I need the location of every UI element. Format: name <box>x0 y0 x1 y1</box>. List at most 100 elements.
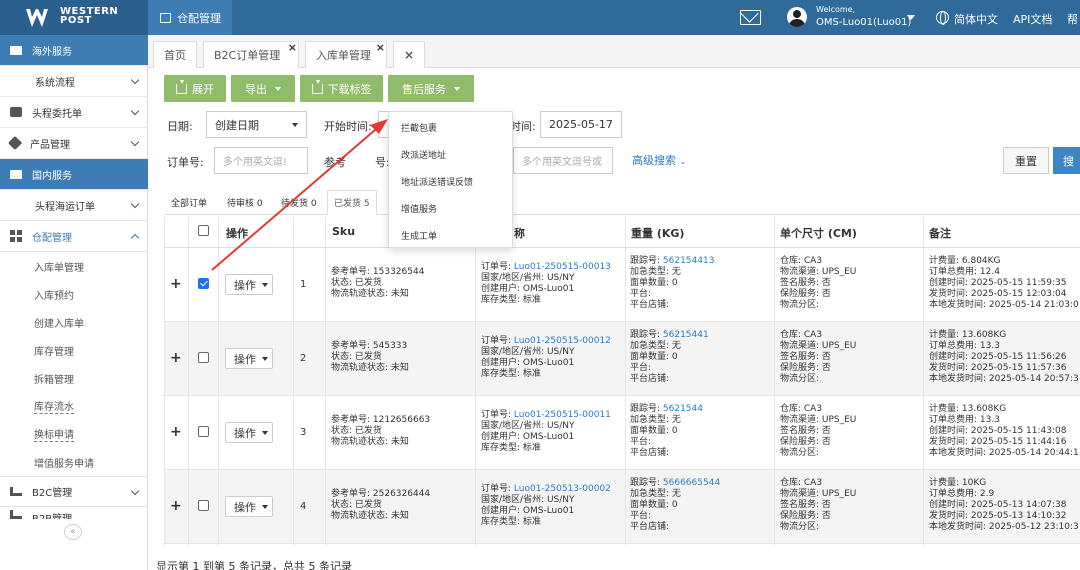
select-all-checkbox[interactable] <box>198 225 209 236</box>
sidebar-item-inventory[interactable]: 库存管理 <box>0 336 147 364</box>
expand-button[interactable]: 展开 <box>164 75 226 102</box>
export-button[interactable]: 导出 <box>231 75 295 102</box>
menu-item-intercept[interactable]: 拦截包裹 <box>389 114 512 140</box>
api-docs-link[interactable]: API文档 <box>1013 11 1052 27</box>
chevron-down-icon <box>130 106 140 116</box>
tracking-prefix: 跟踪号: <box>630 256 663 266</box>
tab-inbound[interactable]: 入库单管理 × <box>305 41 387 68</box>
order-link[interactable]: Luo01-250515-00012 <box>514 336 611 346</box>
sidebar-item-relabel[interactable]: 换标申请 <box>0 420 147 448</box>
cell-line: 发货时间: 2025-05-15 12:03:04 <box>929 289 1067 299</box>
tab-b2c-orders[interactable]: B2C订单管理 × <box>203 41 299 68</box>
close-icon[interactable]: × <box>404 48 414 62</box>
sidebar-item-b2b[interactable]: B2B管理 <box>0 507 148 519</box>
mail-icon[interactable] <box>740 10 761 25</box>
date-type-select[interactable]: 创建日期 <box>206 111 307 138</box>
cell-line: 创建时间: 2025-05-15 11:43:08 <box>929 426 1067 436</box>
sidebar-collapse-button[interactable]: « <box>64 524 82 540</box>
sidebar-item-b2c[interactable]: B2C管理 <box>0 476 148 507</box>
help-link[interactable]: 帮 <box>1067 11 1078 27</box>
sidebar-item-inbound-mgmt[interactable]: 入库单管理 <box>0 252 147 280</box>
tracking-link[interactable]: 562154413 <box>663 256 715 266</box>
row-op-button[interactable]: 操作 <box>225 348 273 369</box>
sidebar-item-create-inbound[interactable]: 创建入库单 <box>0 308 147 336</box>
username[interactable]: OMS-Luo01(Luo01) <box>816 17 911 28</box>
status-tab-pending-review[interactable]: 待审核 0 <box>221 190 269 215</box>
row-checkbox[interactable] <box>198 500 209 511</box>
sidebar-label: 创建入库单 <box>34 318 84 330</box>
sidebar-item-first-leg[interactable]: 头程委托单 <box>0 97 148 128</box>
order-link[interactable]: Luo01-250513-00002 <box>514 484 611 494</box>
cell-line: 状态: 已发货 <box>331 278 382 288</box>
status-tab-all[interactable]: 全部订单 <box>165 190 213 215</box>
tab-home[interactable]: 首页 <box>153 41 197 68</box>
menu-item-create-ticket[interactable]: 生成工单 <box>389 222 512 248</box>
module-icon <box>160 12 171 23</box>
cell-line: 订单总费用: 13.3 <box>929 341 1000 351</box>
cell-line: 保险服务: 否 <box>780 511 831 521</box>
download-label-button[interactable]: 下载标签 <box>300 75 383 102</box>
button-label: 操作 <box>234 352 256 366</box>
row-op-button[interactable]: 操作 <box>225 274 273 295</box>
end-time-input[interactable]: 2025-05-17 <box>540 111 622 138</box>
status-tab-shipped[interactable]: 已发货 5 <box>327 190 377 215</box>
sidebar-section-overseas[interactable]: 海外服务 <box>0 35 148 66</box>
expand-row-icon[interactable]: + <box>170 276 182 292</box>
globe-icon[interactable] <box>936 11 949 25</box>
cell-line: 创建用户: OMS-Luo01 <box>481 432 575 442</box>
sidebar-item-sea-orders[interactable]: 头程海运订单 <box>0 190 148 221</box>
pagination-summary: 显示第 1 到第 5 条记录，总共 5 条记录 <box>156 560 352 570</box>
menu-item-vas[interactable]: 增值服务 <box>389 195 512 221</box>
sidebar-item-stock-flow[interactable]: 库存流水 <box>0 392 147 420</box>
expand-row-icon[interactable]: + <box>170 350 182 366</box>
row-checkbox[interactable] <box>198 352 209 363</box>
col-header-weight: 重量 (KG) <box>631 227 685 240</box>
cell-line: 发货时间: 2025-05-15 11:44:16 <box>929 437 1067 447</box>
sidebar-item-system-flow[interactable]: 系统流程 <box>0 66 148 97</box>
row-op-button[interactable]: 操作 <box>225 422 273 443</box>
user-menu-caret-icon[interactable] <box>907 15 915 20</box>
sidebar-label: B2B管理 <box>32 510 72 519</box>
language-switch[interactable]: 简体中文 <box>954 11 998 27</box>
cell-line: 参考单号: 1212656663 <box>331 415 431 425</box>
warehouse-cell: 仓库: CA3 物流渠道: UPS_EU 签名服务: 否保险服务: 否物流分区: <box>780 478 856 533</box>
expand-row-icon[interactable]: + <box>170 424 182 440</box>
close-icon[interactable]: × <box>376 41 385 54</box>
status-tab-pending-ship[interactable]: 待发货 0 <box>275 190 323 215</box>
sidebar-section-domestic[interactable]: 国内服务 <box>0 159 148 190</box>
tracking-link[interactable]: 5621544 <box>663 404 703 414</box>
tracking-line: 跟踪号: 562154413 <box>630 256 714 267</box>
row-checkbox[interactable] <box>198 278 209 289</box>
sidebar-item-inbound-booking[interactable]: 入库预约 <box>0 280 147 308</box>
order-link[interactable]: Luo01-250515-00011 <box>514 410 611 420</box>
sidebar-item-warehouse[interactable]: 仓配管理 <box>0 221 148 252</box>
logo[interactable]: WESTERN POST <box>0 0 148 35</box>
tracking-link[interactable]: 56215441 <box>663 330 709 340</box>
cell-line: 国家/地区/省州: US/NY <box>481 495 575 505</box>
menu-item-address-error[interactable]: 地址派送错误反馈 <box>389 168 512 194</box>
row-op-button[interactable]: 操作 <box>225 496 273 517</box>
cell-line: 创建用户: OMS-Luo01 <box>481 358 575 368</box>
module-tab-warehouse[interactable]: 仓配管理 <box>148 0 232 35</box>
order-link[interactable]: Luo01-250515-00013 <box>514 262 611 272</box>
menu-item-change-address[interactable]: 改派送地址 <box>389 141 512 167</box>
button-label: 操作 <box>234 500 256 514</box>
row-checkbox[interactable] <box>198 426 209 437</box>
reset-button[interactable]: 重置 <box>1003 147 1049 174</box>
column-divider <box>475 217 476 546</box>
sidebar-item-products[interactable]: 产品管理 <box>0 128 148 159</box>
sku-cell: 参考单号: 2526326444 状态: 已发货 物流轨迹状态: 未知 <box>331 489 430 522</box>
search-button[interactable]: 搜 <box>1053 147 1080 174</box>
close-icon[interactable]: × <box>288 41 297 54</box>
sidebar-item-vas-request[interactable]: 增值服务申请 <box>0 448 147 476</box>
tracking-no-input[interactable]: 多个用英文逗号或 <box>513 147 613 174</box>
advanced-search-link[interactable]: 高级搜索 ⌄ <box>632 152 686 168</box>
tracking-link[interactable]: 5666665544 <box>663 478 720 488</box>
expand-row-icon[interactable]: + <box>170 498 182 514</box>
after-sales-button[interactable]: 售后服务 <box>388 75 474 102</box>
order-no-input[interactable]: 多个用英文逗! <box>214 147 308 174</box>
column-divider <box>923 217 924 546</box>
tab-blank[interactable]: × <box>393 41 425 68</box>
user-avatar[interactable] <box>787 7 807 27</box>
sidebar-item-unpacking[interactable]: 拆箱管理 <box>0 364 147 392</box>
